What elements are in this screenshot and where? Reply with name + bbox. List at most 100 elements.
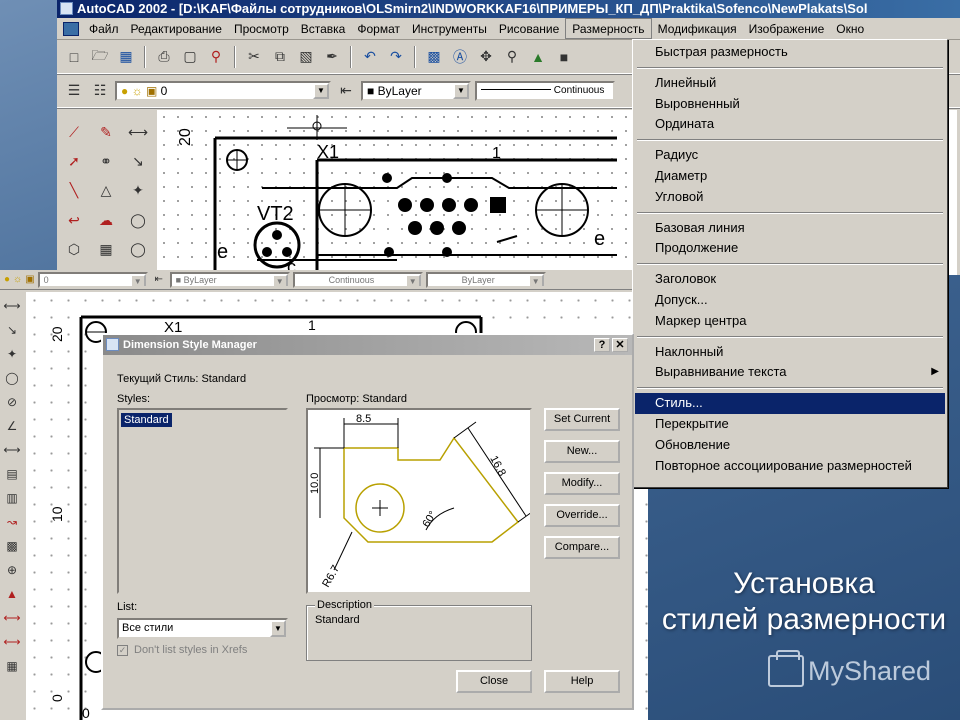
arc-icon[interactable]: ↩ — [61, 208, 87, 232]
zoom-window-icon[interactable]: ■ — [553, 46, 575, 68]
aligned-dimension-icon[interactable]: ↘ — [2, 320, 22, 339]
undo-icon[interactable]: ↶ — [359, 46, 381, 68]
menu-draw[interactable]: Рисование — [493, 18, 565, 39]
leader-icon[interactable]: ↝ — [2, 512, 22, 531]
chevron-down-icon[interactable]: ▼ — [313, 82, 329, 99]
linear-dimension-icon[interactable]: ⟷ — [2, 296, 22, 315]
copy-icon[interactable]: ⧉ — [269, 46, 291, 68]
open-folder-icon[interactable]: 🗁 — [89, 46, 111, 68]
new-button[interactable]: New... — [544, 440, 620, 463]
zoom-realtime-icon[interactable]: ⚲ — [501, 46, 523, 68]
paste-icon[interactable]: ▧ — [295, 46, 317, 68]
angular-dimension-icon[interactable]: ∠ — [2, 416, 22, 435]
polygon-icon[interactable]: ⬡ — [61, 238, 87, 262]
document-icon[interactable] — [63, 22, 79, 36]
close-icon[interactable]: ✕ — [612, 338, 628, 352]
menu-item-style[interactable]: Стиль... — [635, 393, 945, 414]
menu-item-linear[interactable]: Линейный — [635, 73, 945, 94]
offset-icon[interactable]: ☁ — [93, 208, 119, 232]
layers-icon[interactable]: ☰ — [63, 80, 85, 102]
center-mark-icon[interactable]: ⊕ — [2, 560, 22, 579]
menu-item-aligned[interactable]: Выровненный — [635, 94, 945, 115]
help-icon[interactable]: Ⓐ — [449, 46, 471, 68]
print-icon[interactable]: ⎙ — [153, 46, 175, 68]
menu-item-radius[interactable]: Радиус — [635, 145, 945, 166]
help-icon[interactable]: ? — [594, 338, 610, 352]
set-current-button[interactable]: Set Current — [544, 408, 620, 431]
menu-format[interactable]: Формат — [351, 18, 406, 39]
dimension-update-icon[interactable]: ⟷ — [2, 632, 22, 651]
menu-modify[interactable]: Модификация — [652, 18, 743, 39]
redo-icon[interactable]: ↷ — [385, 46, 407, 68]
menu-item-update[interactable]: Обновление — [635, 435, 945, 456]
new-file-icon[interactable]: □ — [63, 46, 85, 68]
save-icon[interactable]: ▦ — [115, 46, 137, 68]
construction-line-icon[interactable]: ➚ — [61, 149, 87, 173]
baseline-dimension-icon[interactable]: ▤ — [2, 464, 22, 483]
menu-item-ordinate[interactable]: Ордината — [635, 114, 945, 135]
menu-item-angular[interactable]: Угловой — [635, 187, 945, 208]
menu-window[interactable]: Окно — [830, 18, 870, 39]
linetype-combo[interactable]: Continuous ▼ — [292, 271, 423, 288]
menu-item-center-mark[interactable]: Маркер центра — [635, 311, 945, 332]
menu-item-reassociate[interactable]: Повторное ассоциирование размерностей — [635, 456, 945, 477]
dimension-edit-icon[interactable]: ▲ — [2, 584, 22, 603]
chevron-down-icon[interactable]: ▼ — [270, 620, 286, 637]
pan-icon[interactable]: ✥ — [475, 46, 497, 68]
radius-dimension-icon[interactable]: ◯ — [2, 368, 22, 387]
lineweight-combo[interactable]: ByLayer ▼ — [425, 271, 546, 288]
menu-item-oblique[interactable]: Наклонный — [635, 342, 945, 363]
color-combo[interactable]: ■ ByLayer ▼ — [169, 271, 290, 288]
spellcheck-icon[interactable]: ⚲ — [205, 46, 227, 68]
hyperlink-icon[interactable]: ▩ — [423, 46, 445, 68]
line-icon[interactable]: ⟋ — [61, 120, 87, 144]
ordinate-dimension-icon[interactable]: ✦ — [2, 344, 22, 363]
copy-object-icon[interactable]: ⚭ — [93, 149, 119, 173]
list-item[interactable]: Standard — [121, 413, 172, 427]
diameter-dimension-icon[interactable]: ◯ — [125, 238, 151, 262]
ordinate-dimension-icon[interactable]: ✦ — [125, 179, 151, 203]
compare-button[interactable]: Compare... — [544, 536, 620, 559]
layer-previous-icon[interactable]: ☷ — [89, 80, 111, 102]
print-preview-icon[interactable]: ▢ — [179, 46, 201, 68]
layer-combo[interactable]: ● ☼ ▣ 0 ▼ — [115, 80, 331, 101]
tolerance-icon[interactable]: ▩ — [2, 536, 22, 555]
menu-item-override[interactable]: Перекрытие — [635, 414, 945, 435]
continue-dimension-icon[interactable]: ▥ — [2, 488, 22, 507]
quick-dimension-icon[interactable]: ⟷ — [2, 440, 22, 459]
dimension-text-edit-icon[interactable]: ⟷ — [2, 608, 22, 627]
list-dropdown[interactable]: Все стили ▼ — [117, 618, 288, 639]
close-button[interactable]: Close — [456, 670, 532, 693]
aligned-dimension-icon[interactable]: ↘ — [125, 149, 151, 173]
help-button[interactable]: Help — [544, 670, 620, 693]
menu-image[interactable]: Изображение — [743, 18, 831, 39]
menu-item-tolerance[interactable]: Допуск... — [635, 290, 945, 311]
layer-current-icon[interactable]: ⇤ — [151, 272, 167, 288]
polyline-icon[interactable]: ╲ — [61, 179, 87, 203]
menu-edit[interactable]: Редактирование — [125, 18, 228, 39]
menu-item-diameter[interactable]: Диаметр — [635, 166, 945, 187]
diameter-dimension-icon[interactable]: ⊘ — [2, 392, 22, 411]
cut-icon[interactable]: ✂ — [243, 46, 265, 68]
menu-file[interactable]: Файл — [83, 18, 125, 39]
make-object-layer-current-icon[interactable]: ⇤ — [335, 80, 357, 102]
menu-dimension[interactable]: Размерность — [565, 18, 652, 39]
menu-item-align-text[interactable]: Выравнивание текста ▶ — [635, 362, 945, 383]
dimension-style-icon[interactable]: ▦ — [2, 656, 22, 675]
linetype-combo[interactable]: Continuous — [475, 80, 615, 101]
chevron-down-icon[interactable]: ▼ — [271, 273, 288, 286]
xrefs-checkbox[interactable]: ✓ — [117, 645, 128, 656]
menu-item-leader[interactable]: Заголовок — [635, 269, 945, 290]
chevron-down-icon[interactable]: ▼ — [453, 82, 469, 99]
menu-item-quick-dimension[interactable]: Быстрая размерность — [635, 42, 945, 63]
chevron-down-icon[interactable]: ▼ — [527, 273, 544, 286]
override-button[interactable]: Override... — [544, 504, 620, 527]
named-views-icon[interactable]: ▲ — [527, 46, 549, 68]
linear-dimension-icon[interactable]: ⟷ — [125, 120, 151, 144]
menu-tools[interactable]: Инструменты — [406, 18, 493, 39]
styles-list[interactable]: Standard — [117, 408, 288, 594]
menu-view[interactable]: Просмотр — [228, 18, 295, 39]
color-combo[interactable]: ■ ByLayer ▼ — [361, 80, 471, 101]
modify-button[interactable]: Modify... — [544, 472, 620, 495]
erase-icon[interactable]: ✎ — [93, 120, 119, 144]
